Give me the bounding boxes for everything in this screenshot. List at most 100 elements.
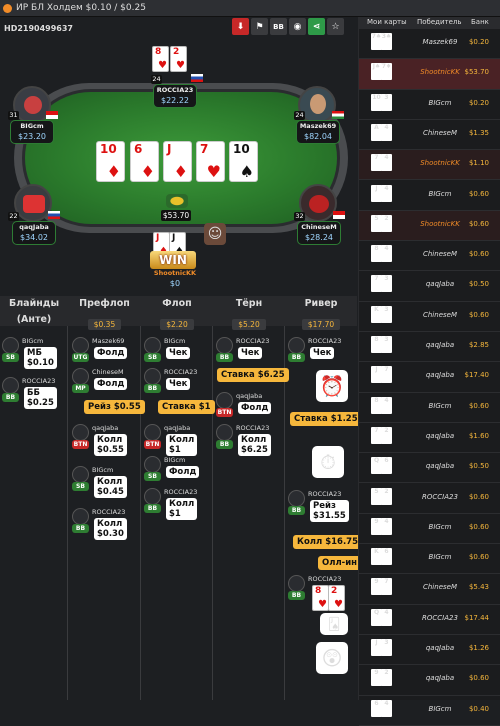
result-row[interactable]: 7♠ 3♠ Maszek69 $0.20 <box>359 29 500 60</box>
result-row[interactable]: 10 3 BIGcm $0.20 <box>359 90 500 120</box>
action-bubble: Чек <box>166 347 191 359</box>
result-row[interactable]: J 3 qaqJaba $1.26 <box>359 635 500 666</box>
result-row[interactable]: 8 4 ChineseM $0.60 <box>359 241 500 272</box>
player-name: ROCCIA23 <box>308 337 342 345</box>
avatar <box>144 424 161 441</box>
result-amount: $0.60 <box>468 189 489 198</box>
player-name: ROCCIA23 <box>308 575 342 583</box>
avatar <box>144 368 161 385</box>
street-title: Префлоп <box>79 298 130 309</box>
result-card: 7 <box>381 578 392 596</box>
flag-icon[interactable]: ⚑ <box>251 18 268 35</box>
result-row[interactable]: Q 4 ROCCIA23 $17.44 <box>359 605 500 635</box>
result-amount: $0.60 <box>468 492 489 501</box>
result-row[interactable]: J 4 BIGcm $0.60 <box>359 181 500 211</box>
result-row[interactable]: Q 6 qaqJaba $0.50 <box>359 453 500 484</box>
seat-top-plate[interactable]: ROCCIA23 $22.22 <box>153 84 197 108</box>
position-badge: SB <box>144 353 161 362</box>
player-name: ROCCIA23 <box>92 508 126 516</box>
result-winner: qaqJaba <box>425 431 455 440</box>
result-row[interactable]: 9 7 ChineseM $5.43 <box>359 574 500 605</box>
result-row[interactable]: 5 2 ShootnicKK $0.60 <box>359 210 500 242</box>
position-badge: BB <box>72 524 89 533</box>
result-row[interactable]: A 4 ChineseM $1.35 <box>359 120 500 151</box>
chip-stack-icon <box>166 194 188 208</box>
street-title: Блайнды (Анте) <box>8 298 60 325</box>
result-row[interactable]: 6 4 BIGcm $0.40 <box>359 696 500 726</box>
result-winner: qaqJaba <box>425 371 455 380</box>
action-bubble: Чек <box>238 347 263 359</box>
shown-card: 2 ♥ <box>328 585 345 611</box>
raise-badge: Ставка $1 <box>158 400 215 414</box>
result-row[interactable]: J 7 qaqJaba $17.40 <box>359 362 500 393</box>
player-name: ROCCIA23 <box>164 488 198 496</box>
result-row[interactable]: 7 4 ShootnicKK $1.10 <box>359 150 500 181</box>
flag-icon <box>191 74 203 82</box>
results-header: Мои карты Победитель Банк <box>359 17 500 29</box>
seat-right-bottom-plate[interactable]: ChineseM $28.24 <box>297 221 341 245</box>
result-card: 7♦ <box>381 63 392 81</box>
result-card: 3 <box>381 639 392 656</box>
incognito-icon[interactable]: ◉ <box>289 18 306 35</box>
action-bubble: МБ $0.10 <box>24 347 57 369</box>
action-bubble: Колл $0.55 <box>94 434 127 456</box>
header-bank: Банк <box>471 18 489 26</box>
download-icon[interactable]: ⬇ <box>232 18 249 35</box>
result-row[interactable]: 7 2 qaqJaba $1.60 <box>359 423 500 454</box>
action-bubble: Колл $0.45 <box>94 476 127 498</box>
result-row[interactable]: 8 3 qaqJaba $2.85 <box>359 332 500 363</box>
star-icon[interactable]: ☆ <box>327 18 344 35</box>
result-card: 3 <box>381 336 392 353</box>
result-winner: qaqJaba <box>425 341 455 349</box>
seat-right-top-number: 24 <box>294 111 305 120</box>
player-name: BIGcm <box>22 337 44 345</box>
result-row[interactable]: J♠ 7♦ ShootnicKK $53.70 <box>359 59 500 90</box>
result-winner: BIGcm <box>428 704 452 713</box>
player-name: qaqJaba <box>92 424 119 432</box>
result-winner: qaqJaba <box>425 462 455 471</box>
action-bubble: Колл $6.25 <box>238 434 271 456</box>
avatar <box>72 424 89 441</box>
result-card: 2 <box>381 214 392 232</box>
share-icon[interactable]: ⋖ <box>308 18 325 35</box>
position-badge: BTN <box>216 408 233 417</box>
avatar <box>288 337 305 354</box>
position-badge: SB <box>144 472 161 481</box>
result-winner: ChineseM <box>422 250 457 259</box>
emoji-icon: 😲 <box>316 642 348 674</box>
result-row[interactable]: 7 3 qaqJaba $0.50 <box>359 271 500 302</box>
avatar <box>2 377 19 394</box>
seat-left-top-number: 31 <box>8 111 19 120</box>
result-row[interactable]: 8 4 BIGcm $0.60 <box>359 393 500 423</box>
avatar <box>144 488 161 505</box>
result-row[interactable]: K 6 BIGcm $0.60 <box>359 544 500 575</box>
result-row[interactable]: 5 2 ROCCIA23 $0.60 <box>359 484 500 514</box>
seat-left-bottom-plate[interactable]: qaqJaba $34.02 <box>12 221 56 245</box>
result-card: 2 <box>381 669 392 687</box>
position-badge: BB <box>2 393 19 402</box>
street-headers: Блайнды (Анте) Префлоп $0.35 Флоп $2.20 Тёрн $… <box>0 296 357 330</box>
result-card: 6 <box>381 457 392 475</box>
player-name: BIGcm <box>92 466 114 474</box>
result-amount: $0.60 <box>468 674 489 683</box>
hand-id: HD2190499637 <box>4 24 73 33</box>
result-row[interactable]: 9 4 BIGcm $0.60 <box>359 514 500 545</box>
seat-right-top-plate[interactable]: Maszek69 $82.04 <box>296 120 340 144</box>
result-amount: $0.60 <box>468 522 489 531</box>
result-winner: BIGcm <box>428 98 452 107</box>
board-card: 7 ♥ <box>196 141 225 182</box>
position-badge: BB <box>216 440 233 449</box>
result-row[interactable]: K 3 ChineseM $0.60 <box>359 302 500 332</box>
flag-icon <box>48 211 60 219</box>
position-badge: BTN <box>144 440 161 449</box>
bb-toggle-button[interactable]: BB <box>270 18 287 35</box>
seat-left-top-plate[interactable]: BIGcm $23.20 <box>10 120 54 144</box>
position-badge: SB <box>2 353 19 362</box>
raise-badge: Рейз $0.55 <box>84 400 145 414</box>
result-row[interactable]: 9 2 qaqJaba $0.60 <box>359 665 500 696</box>
raise-badge: Ставка $1.25 <box>290 412 362 426</box>
action-bubble: Колл $1 <box>166 434 198 456</box>
timer-icon: ⏱ <box>312 446 344 478</box>
player-name: ROCCIA23 <box>164 368 198 376</box>
action-bubble: Рейз $31.55 <box>310 500 349 522</box>
